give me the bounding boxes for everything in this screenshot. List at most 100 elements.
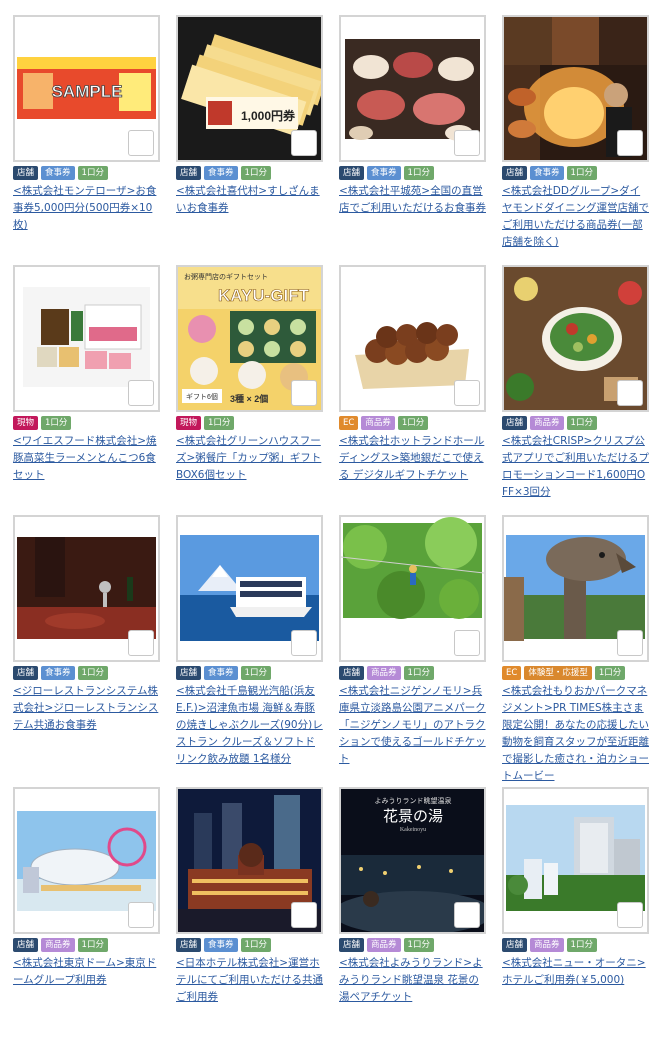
tag-list: 店舗 商品券 1口分 [13,938,160,952]
favorite-icon[interactable] [128,902,154,928]
category-tag: 1口分 [594,666,626,680]
product-card[interactable]: 店舗 食事券 1口分 <日本ホテル株式会社>運営ホテルにてご利用いただける共通ご利用… [176,787,323,1039]
product-card[interactable]: SAMPLE 店舗 食事券 1口分 <株式会社モンテローザ>お食事券5,000円分(… [13,15,160,265]
product-title[interactable]: <株式会社東京ドーム>東京ドームグループ利用券 [13,955,160,989]
product-title[interactable]: <株式会社CRISP>クリスプ公式アプリでご利用いただけるプロモーションコード1… [502,433,649,501]
product-title[interactable]: <株式会社ホットランドホールディングス>築地銀だこで使える デジタルギフトチケッ… [339,433,486,484]
category-tag: 店舗 [339,666,365,680]
favorite-icon[interactable] [291,902,317,928]
favorite-icon[interactable] [454,630,480,656]
product-image[interactable] [176,787,323,934]
favorite-icon[interactable] [454,902,480,928]
favorite-icon[interactable] [291,130,317,156]
category-tag: 商品券 [530,416,564,430]
category-tag: 1口分 [397,416,429,430]
product-title[interactable]: <株式会社平城苑>全国の直営店でご利用いただけるお食事券 [339,183,486,217]
favorite-icon[interactable] [128,130,154,156]
product-image[interactable] [13,515,160,662]
product-title[interactable]: <株式会社グリーンハウスフーズ>粥餐庁「カップ粥」ギフトBOX6個セット [176,433,323,484]
product-image[interactable] [502,265,649,412]
tag-list: 店舗 商品券 1口分 [339,666,486,680]
category-tag: 食事券 [41,166,75,180]
product-title[interactable]: <株式会社ニュー・オータニ>ホテルご利用券(￥5,000) [502,955,649,989]
tag-list: 現物 1口分 [176,416,323,430]
tag-list: EC 体験型・応援型 1口分 [502,666,649,680]
product-grid: SAMPLE 店舗 食事券 1口分 <株式会社モンテローザ>お食事券5,000円分(… [0,0,662,1024]
product-title[interactable]: <株式会社喜代村>すしざんまいお食事券 [176,183,323,217]
category-tag: 商品券 [367,666,401,680]
category-tag: EC [339,416,359,430]
favorite-icon[interactable] [128,380,154,406]
product-card[interactable]: お粥専門店のギフトセット KAYU-GIFT ギフト6個 3種 × 2個 現物 1… [176,265,323,515]
product-image[interactable] [502,787,649,934]
favorite-icon[interactable] [291,630,317,656]
product-card[interactable]: 店舗 食事券 1口分 <ジローレストランシステム株式会社>ジローレストランシステム共… [13,515,160,787]
product-image[interactable]: SAMPLE [13,15,160,162]
product-image[interactable]: お粥専門店のギフトセット KAYU-GIFT ギフト6個 3種 × 2個 [176,265,323,412]
product-title[interactable]: <株式会社千島観光汽船(浜友E.F.)>沼津魚市場 海鮮＆寿豚の焼きしゃぶクルー… [176,683,323,768]
product-image[interactable] [339,265,486,412]
product-image[interactable] [13,787,160,934]
category-tag: EC [502,666,522,680]
product-card[interactable]: 店舗 食事券 1口分 <株式会社千島観光汽船(浜友E.F.)>沼津魚市場 海鮮＆寿豚… [176,515,323,787]
category-tag: 1口分 [204,416,235,430]
product-image[interactable] [176,515,323,662]
favorite-icon[interactable] [291,380,317,406]
product-card[interactable]: 店舗 食事券 1口分 <株式会社DDグループ>ダイヤモンドダイニング運営店舗でご利用… [502,15,649,265]
product-title[interactable]: <ジローレストランシステム株式会社>ジローレストランシステム共通お食事券 [13,683,160,734]
product-title[interactable]: <日本ホテル株式会社>運営ホテルにてご利用いただける共通ご利用券 [176,955,323,1006]
product-image[interactable]: 1,000円券 [176,15,323,162]
image-caption-top: お粥専門店のギフトセット [184,272,268,281]
product-card[interactable]: EC 体験型・応援型 1口分 <株式会社もりおかパークマネジメント>PR TIMES… [502,515,649,787]
favorite-icon[interactable] [617,380,643,406]
category-tag: 店舗 [13,938,39,952]
tag-list: 店舗 食事券 1口分 [176,938,323,952]
product-title[interactable]: <ワイエスフード株式会社>焼豚高菜生ラーメンとんこつ6食セット [13,433,160,484]
favorite-icon[interactable] [454,380,480,406]
product-card[interactable]: 店舗 食事券 1口分 <株式会社平城苑>全国の直営店でご利用いただけるお食事券 [339,15,486,265]
product-card[interactable]: EC 商品券 1口分 <株式会社ホットランドホールディングス>築地銀だこで使える デ… [339,265,486,515]
tag-list: 店舗 食事券 1口分 [176,166,323,180]
category-tag: 1口分 [77,166,108,180]
category-tag: 1口分 [403,666,434,680]
favorite-icon[interactable] [617,130,643,156]
product-card[interactable]: よみうりランド眺望温泉 花景の湯 Kakeinoyu 店舗 商品券 1口分 <株式会… [339,787,486,1039]
product-card[interactable]: 現物 1口分 <ワイエスフード株式会社>焼豚高菜生ラーメンとんこつ6食セット [13,265,160,515]
category-tag: 食事券 [41,666,75,680]
product-image[interactable] [339,515,486,662]
product-title[interactable]: <株式会社DDグループ>ダイヤモンドダイニング運営店舗でご利用いただける商品券(… [502,183,649,251]
favorite-icon[interactable] [128,630,154,656]
product-card[interactable]: 店舗 商品券 1口分 <株式会社CRISP>クリスプ公式アプリでご利用いただけるプロ… [502,265,649,515]
product-image[interactable] [502,15,649,162]
favorite-icon[interactable] [454,130,480,156]
product-title[interactable]: <株式会社よみうりランド>よみうりランド眺望温泉 花景の湯ペアチケット [339,955,486,1006]
category-tag: 食事券 [204,666,238,680]
tag-list: 店舗 商品券 1口分 [502,938,649,952]
favorite-icon[interactable] [617,902,643,928]
product-title[interactable]: <株式会社モンテローザ>お食事券5,000円分(500円券×10枚) [13,183,160,234]
product-card[interactable]: 店舗 商品券 1口分 <株式会社ニジゲンノモリ>兵庫県立淡路島公園アニメパーク「ニジ… [339,515,486,787]
category-tag: 1口分 [566,416,597,430]
tag-list: 店舗 食事券 1口分 [13,166,160,180]
product-title[interactable]: <株式会社もりおかパークマネジメント>PR TIMES株主さま限定公開！あなたの… [502,683,649,785]
product-card[interactable]: 1,000円券 店舗 食事券 1口分 <株式会社喜代村>すしざんまいお食事券 [176,15,323,265]
product-image[interactable] [502,515,649,662]
category-tag: 1口分 [566,938,597,952]
tag-list: 店舗 食事券 1口分 [176,666,323,680]
category-tag: 商品券 [361,416,395,430]
product-card[interactable]: 店舗 商品券 1口分 <株式会社ニュー・オータニ>ホテルご利用券(￥5,000) [502,787,649,1039]
category-tag: 1口分 [77,938,108,952]
product-image[interactable] [339,15,486,162]
product-image[interactable]: よみうりランド眺望温泉 花景の湯 Kakeinoyu [339,787,486,934]
product-title[interactable]: <株式会社ニジゲンノモリ>兵庫県立淡路島公園アニメパーク「ニジゲンノモリ」のアト… [339,683,486,768]
tag-list: 店舗 食事券 1口分 [502,166,649,180]
category-tag: 1口分 [240,166,271,180]
product-card[interactable]: 店舗 商品券 1口分 <株式会社東京ドーム>東京ドームグループ利用券 [13,787,160,1039]
category-tag: 店舗 [13,666,39,680]
product-image[interactable] [13,265,160,412]
category-tag: 店舗 [176,938,202,952]
favorite-icon[interactable] [617,630,643,656]
category-tag: 食事券 [530,166,564,180]
sample-watermark: SAMPLE [52,82,123,101]
category-tag: 店舗 [176,666,202,680]
